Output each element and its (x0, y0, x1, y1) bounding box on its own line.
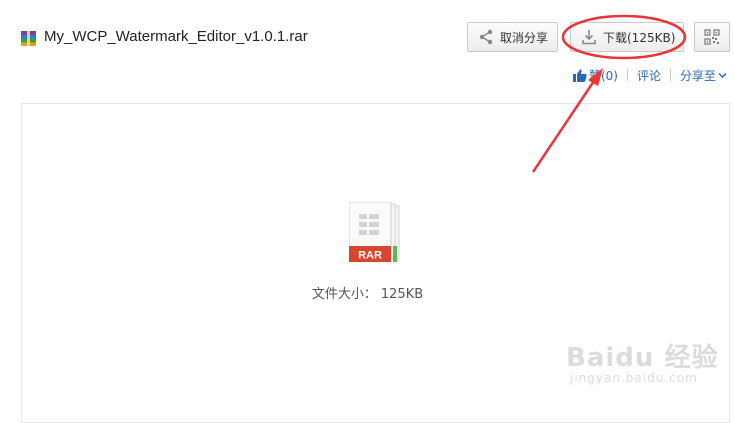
thumbs-up-icon (572, 68, 587, 82)
file-size-info: 文件大小： 125KB (0, 283, 735, 302)
comment-label: 评论 (636, 68, 661, 83)
download-label: 下载(125KB) (603, 30, 676, 45)
download-button[interactable]: 下载(125KB) (570, 22, 684, 52)
qr-code-icon (704, 29, 720, 45)
cancel-share-button[interactable]: 取消分享 (467, 22, 558, 52)
like-label: 赞(0) (588, 68, 618, 83)
file-size-label: 文件大小： (311, 287, 377, 302)
file-title: My_WCP_Watermark_Editor_v1.0.1.rar (44, 28, 308, 45)
watermark-brand: Baidu 经验 (566, 343, 719, 373)
rar-type-label: RAR (358, 250, 382, 262)
cancel-share-label: 取消分享 (500, 30, 549, 45)
action-bar: 赞(0) 评论 分享至 (572, 67, 729, 84)
qr-code-button[interactable] (694, 22, 730, 52)
baidu-watermark: Baidu 经验 jingyan.baidu.com (556, 323, 731, 393)
watermark-url: jingyan.baidu.com (570, 371, 698, 385)
share-to-label: 分享至 (679, 68, 716, 83)
share-to-dropdown[interactable]: 分享至 (680, 67, 729, 84)
chevron-down-icon (718, 72, 727, 78)
separator (669, 69, 671, 81)
download-icon (582, 30, 596, 45)
rar-archive-icon (21, 31, 36, 46)
separator (626, 69, 628, 81)
comment-link[interactable]: 评论 (637, 67, 661, 84)
rar-file-icon: RAR (349, 202, 400, 262)
share-icon (479, 29, 493, 45)
like-link[interactable]: 赞(0) (572, 67, 618, 84)
file-size-value: 125KB (380, 287, 424, 302)
